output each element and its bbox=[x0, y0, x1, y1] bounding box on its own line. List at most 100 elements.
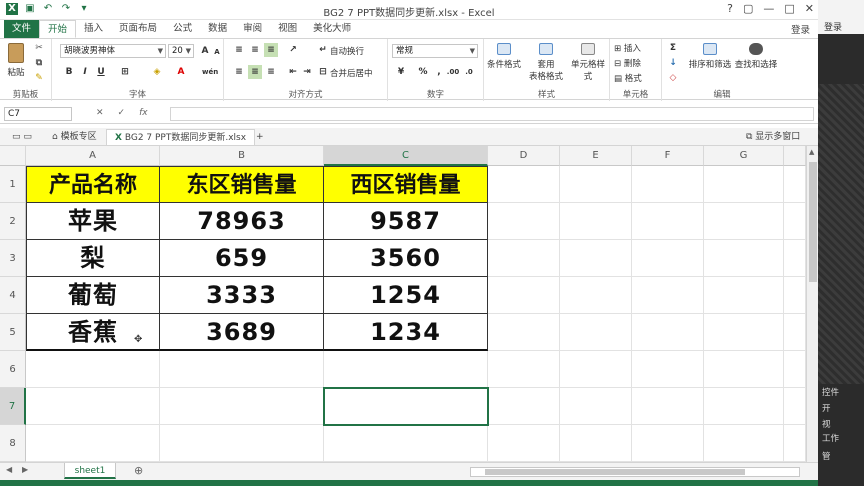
empty-cell[interactable] bbox=[26, 388, 160, 425]
column-header-d[interactable]: D bbox=[488, 146, 560, 166]
tab-file[interactable]: 文件 bbox=[4, 20, 40, 38]
empty-cell[interactable] bbox=[784, 166, 806, 203]
autosum-icon[interactable]: Σ bbox=[666, 41, 680, 55]
column-header-g[interactable]: G bbox=[704, 146, 784, 166]
cell-c3[interactable]: 3560 bbox=[324, 240, 488, 277]
align-right-icon[interactable]: ≡ bbox=[264, 65, 278, 79]
copy-icon[interactable]: ⧉ bbox=[32, 56, 46, 70]
minimize-button[interactable]: — bbox=[763, 2, 774, 15]
empty-cell[interactable] bbox=[784, 203, 806, 240]
empty-cell[interactable] bbox=[324, 425, 488, 462]
fill-icon[interactable]: ↓ bbox=[666, 56, 680, 70]
font-color-icon[interactable]: A bbox=[174, 65, 188, 79]
row-header-3[interactable]: 3 bbox=[0, 240, 26, 277]
horizontal-scroll-thumb[interactable] bbox=[485, 469, 745, 475]
cell-b5[interactable]: 3689 bbox=[160, 314, 324, 351]
tab-page-layout[interactable]: 页面布局 bbox=[111, 20, 165, 38]
empty-cell[interactable] bbox=[324, 351, 488, 388]
sheet-nav-next-icon[interactable]: ▶ bbox=[22, 465, 28, 474]
empty-cell[interactable] bbox=[488, 351, 560, 388]
sheet-tab-sheet1[interactable]: sheet1 bbox=[64, 463, 116, 479]
row-header-1[interactable]: 1 bbox=[0, 166, 26, 203]
vertical-scrollbar[interactable]: ▲ bbox=[806, 146, 818, 462]
decrease-indent-icon[interactable]: ⇤ bbox=[286, 65, 300, 79]
empty-cell[interactable] bbox=[704, 240, 784, 277]
help-button[interactable]: ? bbox=[727, 2, 733, 15]
background-login-link[interactable]: 登录 bbox=[824, 20, 842, 33]
cell-b3[interactable]: 659 bbox=[160, 240, 324, 277]
spreadsheet-grid[interactable]: A B C D E F G 1 2 3 4 5 6 7 8 产品名称 东区销售量… bbox=[0, 146, 806, 462]
align-middle-icon[interactable]: ≡ bbox=[248, 43, 262, 57]
cell-styles-button[interactable]: 单元格样式 bbox=[568, 43, 608, 82]
increase-indent-icon[interactable]: ⇥ bbox=[300, 65, 314, 79]
empty-cell[interactable] bbox=[488, 166, 560, 203]
empty-cell[interactable] bbox=[704, 166, 784, 203]
empty-cell[interactable] bbox=[784, 277, 806, 314]
find-select-button[interactable]: 查找和选择 bbox=[734, 43, 778, 70]
tab-home[interactable]: 开始 bbox=[39, 20, 77, 38]
empty-cell[interactable] bbox=[784, 351, 806, 388]
fill-color-icon[interactable]: ◈ bbox=[150, 65, 164, 79]
format-as-table-button[interactable]: 套用 表格格式 bbox=[526, 43, 566, 82]
insert-cells-button[interactable]: ⊞ 插入 bbox=[614, 42, 641, 54]
scroll-up-icon[interactable]: ▲ bbox=[809, 148, 814, 156]
empty-cell[interactable] bbox=[784, 240, 806, 277]
tab-formulas[interactable]: 公式 bbox=[165, 20, 200, 38]
empty-cell[interactable] bbox=[632, 425, 704, 462]
empty-cell[interactable] bbox=[704, 277, 784, 314]
empty-cell[interactable] bbox=[26, 425, 160, 462]
empty-cell[interactable] bbox=[488, 425, 560, 462]
column-header-a[interactable]: A bbox=[26, 146, 160, 166]
close-button[interactable]: ✕ bbox=[805, 2, 814, 15]
align-top-icon[interactable]: ≡ bbox=[232, 43, 246, 57]
cell-a2[interactable]: 苹果 bbox=[26, 203, 160, 240]
empty-cell[interactable] bbox=[560, 314, 632, 351]
empty-cell[interactable] bbox=[784, 314, 806, 351]
new-tab-button[interactable]: + bbox=[248, 129, 272, 145]
cell-c4[interactable]: 1254 bbox=[324, 277, 488, 314]
add-sheet-button[interactable]: ⊕ bbox=[134, 464, 143, 477]
format-cells-button[interactable]: ▤ 格式 bbox=[614, 72, 642, 84]
empty-cell[interactable] bbox=[160, 425, 324, 462]
empty-cell[interactable] bbox=[160, 388, 324, 425]
doc-tab-workbook[interactable]: X BG2 7 PPT数据同步更新.xlsx bbox=[106, 129, 256, 145]
empty-cell[interactable] bbox=[632, 166, 704, 203]
increase-decimal-icon[interactable]: .00 bbox=[446, 65, 460, 79]
row-header-8[interactable]: 8 bbox=[0, 425, 26, 462]
empty-cell[interactable] bbox=[160, 351, 324, 388]
empty-cell[interactable] bbox=[704, 203, 784, 240]
conditional-format-button[interactable]: 条件格式 bbox=[486, 43, 522, 70]
row-header-6[interactable]: 6 bbox=[0, 351, 26, 388]
horizontal-scrollbar[interactable] bbox=[470, 467, 800, 477]
maximize-button[interactable]: □ bbox=[784, 2, 794, 15]
empty-cell[interactable] bbox=[488, 240, 560, 277]
formula-input[interactable] bbox=[170, 107, 814, 121]
enter-icon[interactable]: ✓ bbox=[118, 108, 126, 118]
empty-cell[interactable] bbox=[632, 203, 704, 240]
empty-cell[interactable] bbox=[784, 388, 806, 425]
empty-cell[interactable] bbox=[488, 388, 560, 425]
decrease-decimal-icon[interactable]: .0 bbox=[462, 65, 476, 79]
align-bottom-icon[interactable]: ≡ bbox=[264, 43, 278, 57]
show-multi-window-button[interactable]: ⧉ 显示多窗口 bbox=[738, 129, 808, 145]
empty-cell[interactable] bbox=[704, 314, 784, 351]
insert-function-button[interactable]: fx bbox=[139, 108, 148, 118]
row-header-2[interactable]: 2 bbox=[0, 203, 26, 240]
underline-button[interactable]: U bbox=[94, 65, 108, 79]
merge-icon[interactable]: ⊟ bbox=[316, 65, 330, 79]
empty-cell[interactable] bbox=[632, 388, 704, 425]
cell-b4[interactable]: 3333 bbox=[160, 277, 324, 314]
row-header-5[interactable]: 5 bbox=[0, 314, 26, 351]
cell-a5[interactable]: 香蕉 bbox=[26, 314, 160, 351]
selected-cell-c7[interactable] bbox=[323, 387, 489, 426]
empty-cell[interactable] bbox=[26, 351, 160, 388]
format-painter-icon[interactable]: ✎ bbox=[32, 71, 46, 85]
column-header-e[interactable]: E bbox=[560, 146, 632, 166]
phonetic-icon[interactable]: wén bbox=[202, 65, 218, 79]
cancel-icon[interactable]: ✕ bbox=[96, 108, 104, 118]
vertical-scroll-thumb[interactable] bbox=[809, 162, 817, 282]
cut-icon[interactable]: ✂ bbox=[32, 41, 46, 55]
percent-button[interactable]: % bbox=[416, 65, 430, 79]
italic-button[interactable]: I bbox=[78, 65, 92, 79]
sheet-nav-prev-icon[interactable]: ◀ bbox=[6, 465, 12, 474]
